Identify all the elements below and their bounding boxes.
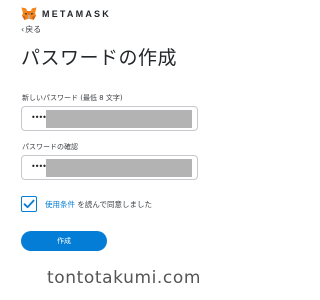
new-password-field[interactable]: •••••• bbox=[21, 106, 198, 131]
brand-name: METAMASK bbox=[42, 9, 111, 19]
app-header: METAMASK bbox=[21, 6, 111, 22]
terms-text: 使用条件 を読んで同意しました bbox=[45, 199, 152, 210]
chevron-left-icon: ‹ bbox=[21, 25, 25, 34]
confirm-password-label: パスワードの確認 bbox=[22, 143, 78, 151]
create-button[interactable]: 作成 bbox=[21, 231, 107, 251]
redaction-mask bbox=[46, 159, 192, 177]
confirm-password-field[interactable]: •••••• bbox=[21, 155, 198, 180]
checkmark-icon bbox=[23, 199, 35, 209]
terms-agree-text: を読んで同意しました bbox=[75, 199, 153, 209]
back-label: 戻る bbox=[25, 25, 42, 34]
watermark: tontotakumi.com bbox=[46, 268, 202, 288]
terms-row: 使用条件 を読んで同意しました bbox=[21, 196, 152, 212]
new-password-label: 新しいパスワード (最低 8 文字) bbox=[22, 94, 123, 102]
page-title: パスワードの作成 bbox=[21, 47, 178, 69]
back-link[interactable]: ‹戻る bbox=[21, 24, 41, 35]
terms-of-use-link[interactable]: 使用条件 bbox=[45, 200, 75, 209]
terms-checkbox[interactable] bbox=[21, 196, 37, 212]
redaction-mask bbox=[46, 110, 192, 128]
metamask-fox-icon bbox=[21, 7, 37, 20]
